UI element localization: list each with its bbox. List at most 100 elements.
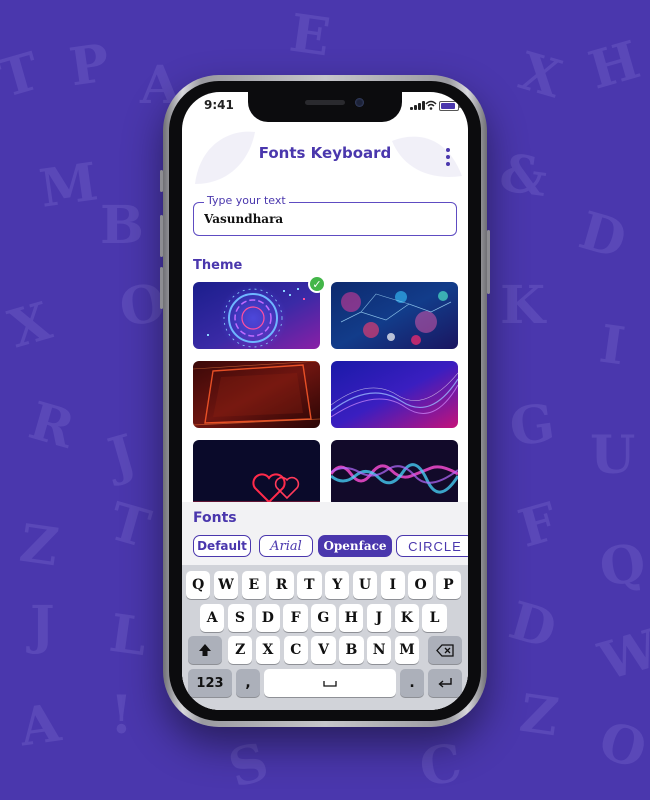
space-key[interactable] <box>264 669 396 697</box>
space-icon <box>323 680 337 687</box>
key-e[interactable]: E <box>241 571 266 599</box>
power-button <box>487 230 490 294</box>
background-letter: P <box>65 32 114 99</box>
text-input[interactable] <box>204 212 444 226</box>
background-letter: X <box>512 40 569 111</box>
notch <box>248 92 402 122</box>
background-letter: D <box>572 199 633 272</box>
return-key[interactable] <box>428 669 462 697</box>
mute-switch <box>160 170 163 192</box>
background-letter: & <box>496 142 552 209</box>
front-camera <box>355 98 364 107</box>
background-letter: S <box>222 731 276 800</box>
background-letter: M <box>35 151 102 220</box>
cellular-signal-icon <box>410 101 425 110</box>
background-letter: L <box>106 602 151 669</box>
key-i[interactable]: I <box>380 571 405 599</box>
font-chip-circle[interactable]: CIRCLE <box>396 535 468 557</box>
key-d[interactable]: D <box>255 604 280 632</box>
background-letter: H <box>582 29 647 102</box>
key-c[interactable]: C <box>283 636 308 664</box>
key-p[interactable]: P <box>436 571 461 599</box>
key-g[interactable]: G <box>311 604 336 632</box>
wifi-icon <box>425 100 437 110</box>
key-a[interactable]: A <box>200 604 225 632</box>
key-u[interactable]: U <box>352 571 378 599</box>
background-letter: C <box>415 732 466 799</box>
background-letter: A <box>15 692 65 759</box>
shift-icon <box>199 644 211 656</box>
speaker-grill <box>305 100 345 105</box>
shift-key[interactable] <box>188 636 222 664</box>
keyboard: 123 , . QWERTYUIOP ASDFGHJKL ZXCVBNM <box>182 565 468 710</box>
background-letter: ! <box>110 685 133 746</box>
phone-frame: 9:41 Fonts Keyboard Type your text Vasun… <box>160 75 490 727</box>
selected-check-icon: ✓ <box>308 275 326 293</box>
key-n[interactable]: N <box>367 636 392 664</box>
key-y[interactable]: Y <box>325 571 350 599</box>
theme-thumbnail-4[interactable] <box>331 361 458 428</box>
background-letter: F <box>512 491 565 560</box>
volume-up-button <box>160 215 163 257</box>
theme-thumbnail-5[interactable] <box>193 440 320 507</box>
font-chip-arial[interactable]: Arial <box>259 535 313 557</box>
backspace-icon <box>436 643 454 657</box>
app-screen: 9:41 Fonts Keyboard Type your text Vasun… <box>182 92 468 710</box>
status-time: 9:41 <box>204 98 234 112</box>
key-v[interactable]: V <box>311 636 336 664</box>
background-letter: Z <box>516 682 563 749</box>
key-k[interactable]: K <box>394 604 419 632</box>
text-input-label: Type your text <box>204 194 289 207</box>
theme-section-title: Theme <box>193 258 243 273</box>
background-letter: D <box>502 589 563 662</box>
background-letter: W <box>592 618 650 693</box>
theme-thumbnail-3[interactable] <box>193 361 320 428</box>
battery-icon <box>439 101 461 111</box>
key-j[interactable]: J <box>366 604 392 632</box>
background-letter: B <box>100 195 144 256</box>
key-r[interactable]: R <box>269 571 294 599</box>
key-m[interactable]: M <box>394 636 420 664</box>
page-title: Fonts Keyboard <box>258 144 392 162</box>
background-letter: I <box>595 313 629 378</box>
background-letter: E <box>286 2 334 69</box>
numbers-key[interactable]: 123 <box>188 669 232 697</box>
key-b[interactable]: B <box>339 636 364 664</box>
font-chip-default[interactable]: Default <box>193 535 251 557</box>
key-w[interactable]: W <box>213 571 239 599</box>
key-h[interactable]: H <box>339 604 364 632</box>
backspace-key[interactable] <box>428 636 462 664</box>
key-x[interactable]: X <box>255 636 281 664</box>
key-z[interactable]: Z <box>228 636 253 664</box>
period-key[interactable]: . <box>400 669 424 697</box>
background-letter: U <box>590 425 636 486</box>
background-letter: O <box>592 709 650 782</box>
theme-thumbnail-6[interactable] <box>331 440 458 507</box>
key-o[interactable]: O <box>408 571 433 599</box>
font-chip-openface[interactable]: Openface <box>318 535 392 557</box>
key-f[interactable]: F <box>283 604 308 632</box>
background-letter: G <box>505 392 559 459</box>
font-options-list: Default Arial Openface CIRCLE <box>193 535 468 559</box>
background-letter: T <box>102 490 157 561</box>
key-q[interactable]: Q <box>186 571 211 599</box>
theme-thumbnail-2[interactable] <box>331 282 458 349</box>
background-letter: T <box>0 40 47 111</box>
return-icon <box>438 678 452 688</box>
background-letter: J <box>30 595 55 656</box>
theme-thumbnail-1[interactable] <box>193 282 320 349</box>
background-letter: K <box>500 275 546 336</box>
fonts-section-title: Fonts <box>193 510 237 526</box>
comma-key[interactable]: , <box>236 669 260 697</box>
key-l[interactable]: L <box>422 604 447 632</box>
key-t[interactable]: T <box>297 571 322 599</box>
background-letter: Z <box>16 512 63 579</box>
background-letter: X <box>2 290 58 361</box>
menu-icon[interactable] <box>444 148 452 166</box>
background-letter: Q <box>595 532 650 599</box>
background-letter: R <box>22 390 81 461</box>
volume-down-button <box>160 267 163 309</box>
key-s[interactable]: S <box>227 604 253 632</box>
background-letter: J <box>101 422 143 489</box>
text-input-field[interactable]: Type your text <box>193 194 457 236</box>
